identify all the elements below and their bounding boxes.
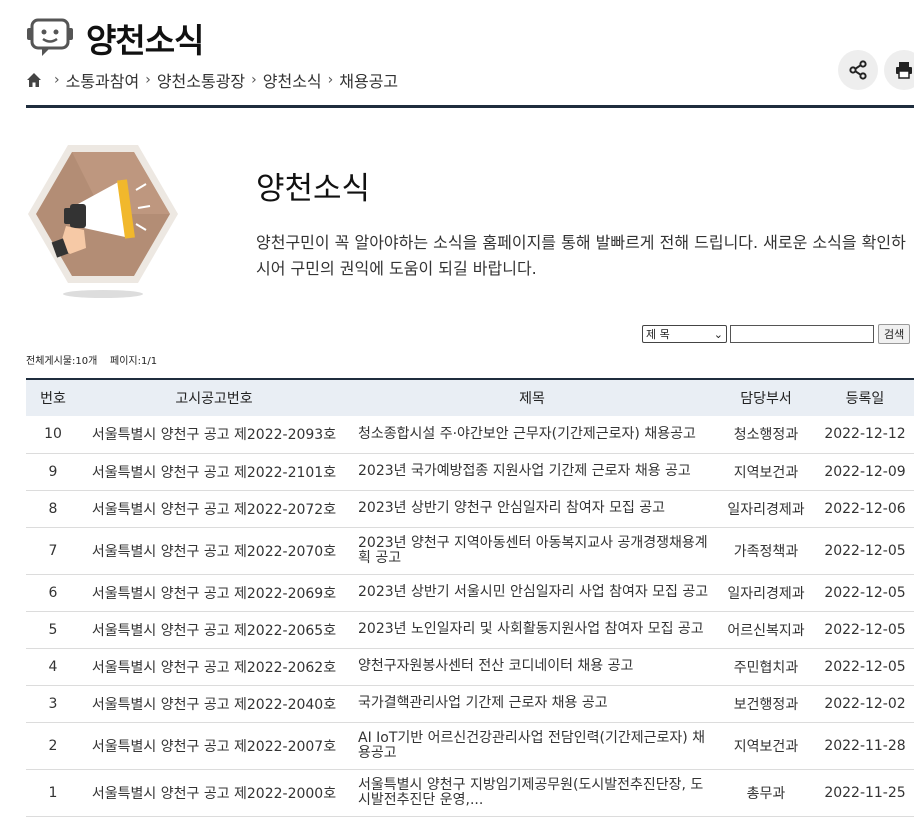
cell-department: 지역보건과	[716, 722, 816, 770]
cell-notice-number: 서울특별시 양천구 공고 제2022-2069호	[80, 574, 348, 612]
search-select-value: 제 목	[646, 328, 670, 341]
search-input[interactable]	[730, 325, 874, 343]
megaphone-hexagon-image	[28, 145, 178, 298]
page-header: 양천소식 › 소통과참여 › 양천소통광장 › 양천소식 › 채용공고	[26, 10, 914, 108]
cell-date: 2022-12-05	[816, 574, 914, 612]
cell-number: 8	[26, 490, 80, 528]
cell-date: 2022-12-05	[816, 648, 914, 686]
share-icon	[849, 60, 867, 80]
cell-department: 지역보건과	[716, 453, 816, 491]
cell-date: 2022-12-05	[816, 527, 914, 575]
table-row: 2 서울특별시 양천구 공고 제2022-2007호 AI IoT기반 어르신건…	[26, 722, 914, 770]
print-icon	[896, 62, 912, 79]
cell-subject-link[interactable]: AI IoT기반 어르신건강관리사업 전담인력(기간제근로자) 채용공고	[348, 722, 716, 770]
cell-subject-link[interactable]: 2023년 양천구 지역아동센터 아동복지교사 공개경쟁채용계획 공고	[348, 527, 716, 575]
title-row: 양천소식	[26, 14, 204, 62]
cell-notice-number: 서울특별시 양천구 공고 제2022-2065호	[80, 611, 348, 649]
table-row: 3 서울특별시 양천구 공고 제2022-2040호 국가결핵관리사업 기간제 …	[26, 685, 914, 723]
cell-number: 1	[26, 769, 80, 817]
cell-subject-link[interactable]: 2023년 국가예방접종 지원사업 기간제 근로자 채용 공고	[348, 453, 716, 491]
intro-title: 양천소식	[256, 171, 371, 207]
cell-subject-link[interactable]: 2023년 노인일자리 및 사회활동지원사업 참여자 모집 공고	[348, 611, 716, 649]
cell-date: 2022-12-09	[816, 453, 914, 491]
cell-number: 9	[26, 453, 80, 491]
search-field-select[interactable]: 제 목 ⌄	[642, 325, 727, 343]
search-bar: 제 목 ⌄ 검색	[642, 324, 911, 344]
cell-department: 주민협치과	[716, 648, 816, 686]
cell-date: 2022-11-25	[816, 769, 914, 817]
cell-notice-number: 서울특별시 양천구 공고 제2022-2040호	[80, 685, 348, 723]
breadcrumb-current[interactable]: 채용공고	[339, 68, 398, 92]
cell-department: 보건행정과	[716, 685, 816, 723]
table-row: 4 서울특별시 양천구 공고 제2022-2062호 양천구자원봉사센터 전산 …	[26, 648, 914, 686]
chevron-right-icon: ›	[145, 72, 151, 88]
intro-description: 양천구민이 꼭 알아야하는 소식을 홈페이지를 통해 발빠르게 전해 드립니다.…	[256, 233, 906, 278]
cell-notice-number: 서울특별시 양천구 공고 제2022-2007호	[80, 722, 348, 770]
page-indicator: 페이지:1/1	[110, 356, 158, 367]
board-info: 전체게시물:10개 페이지:1/1	[26, 352, 157, 367]
cell-department: 청소행정과	[716, 416, 816, 454]
cell-subject-link[interactable]: 양천구자원봉사센터 전산 코디네이터 채용 공고	[348, 648, 716, 686]
cell-subject-link[interactable]: 2023년 상반기 양천구 안심일자리 참여자 모집 공고	[348, 490, 716, 528]
cell-subject-link[interactable]: 2023년 상반기 서울시민 안심일자리 사업 참여자 모집 공고	[348, 574, 716, 612]
chat-bot-icon	[27, 18, 73, 56]
breadcrumb-item[interactable]: 양천소식	[263, 68, 322, 92]
column-header-number: 번호	[26, 378, 80, 416]
cell-date: 2022-12-05	[816, 611, 914, 649]
breadcrumb-item[interactable]: 양천소통광장	[157, 68, 245, 92]
chevron-down-icon: ⌄	[713, 327, 723, 341]
cell-department: 일자리경제과	[716, 490, 816, 528]
cell-number: 4	[26, 648, 80, 686]
breadcrumb-item[interactable]: 소통과참여	[66, 68, 140, 92]
cell-date: 2022-12-12	[816, 416, 914, 454]
page-title: 양천소식	[86, 21, 204, 60]
cell-date: 2022-11-28	[816, 722, 914, 770]
table-row: 9 서울특별시 양천구 공고 제2022-2101호 2023년 국가예방접종 …	[26, 453, 914, 491]
cell-date: 2022-12-06	[816, 490, 914, 528]
table-row: 5 서울특별시 양천구 공고 제2022-2065호 2023년 노인일자리 및…	[26, 611, 914, 649]
chevron-right-icon: ›	[327, 72, 334, 88]
cell-number: 5	[26, 611, 80, 649]
cell-subject-link[interactable]: 청소종합시설 주·야간보안 근무자(기간제근로자) 채용공고	[348, 416, 716, 454]
chevron-right-icon: ›	[251, 72, 257, 88]
total-count: 전체게시물:10개	[26, 356, 98, 367]
breadcrumb: › 소통과참여 › 양천소통광장 › 양천소식 › 채용공고	[26, 68, 398, 92]
table-header-row: 번호 고시공고번호 제목 담당부서 등록일	[26, 378, 914, 416]
home-icon[interactable]	[26, 72, 42, 88]
cell-number: 10	[26, 416, 80, 454]
share-button[interactable]	[838, 50, 878, 90]
cell-department: 총무과	[716, 769, 816, 817]
job-notice-table: 번호 고시공고번호 제목 담당부서 등록일 10 서울특별시 양천구 공고 제2…	[26, 378, 914, 817]
cell-number: 7	[26, 527, 80, 575]
table-row: 1 서울특별시 양천구 공고 제2022-2000호 서울특별시 양천구 지방임…	[26, 769, 914, 817]
table-row: 8 서울특별시 양천구 공고 제2022-2072호 2023년 상반기 양천구…	[26, 490, 914, 528]
column-header-subject: 제목	[348, 378, 716, 416]
cell-notice-number: 서울특별시 양천구 공고 제2022-2072호	[80, 490, 348, 528]
column-header-date: 등록일	[816, 378, 914, 416]
table-row: 6 서울특별시 양천구 공고 제2022-2069호 2023년 상반기 서울시…	[26, 574, 914, 612]
page-tools	[838, 50, 914, 90]
table-row: 10 서울특별시 양천구 공고 제2022-2093호 청소종합시설 주·야간보…	[26, 416, 914, 454]
cell-notice-number: 서울특별시 양천구 공고 제2022-2062호	[80, 648, 348, 686]
column-header-department: 담당부서	[716, 378, 816, 416]
cell-notice-number: 서울특별시 양천구 공고 제2022-2070호	[80, 527, 348, 575]
table-row: 7 서울특별시 양천구 공고 제2022-2070호 2023년 양천구 지역아…	[26, 527, 914, 575]
cell-subject-link[interactable]: 서울특별시 양천구 지방임기제공무원(도시발전추진단장, 도시발전추진단 운영,…	[348, 769, 716, 817]
cell-subject-link[interactable]: 국가결핵관리사업 기간제 근로자 채용 공고	[348, 685, 716, 723]
column-header-notice-number: 고시공고번호	[80, 378, 348, 416]
cell-notice-number: 서울특별시 양천구 공고 제2022-2093호	[80, 416, 348, 454]
cell-notice-number: 서울특별시 양천구 공고 제2022-2101호	[80, 453, 348, 491]
cell-date: 2022-12-02	[816, 685, 914, 723]
search-button[interactable]: 검색	[878, 324, 911, 344]
cell-number: 2	[26, 722, 80, 770]
print-button[interactable]	[884, 50, 914, 90]
cell-department: 가족정책과	[716, 527, 816, 575]
chevron-right-icon: ›	[54, 72, 60, 88]
cell-department: 일자리경제과	[716, 574, 816, 612]
cell-number: 3	[26, 685, 80, 723]
cell-number: 6	[26, 574, 80, 612]
cell-notice-number: 서울특별시 양천구 공고 제2022-2000호	[80, 769, 348, 817]
cell-department: 어르신복지과	[716, 611, 816, 649]
